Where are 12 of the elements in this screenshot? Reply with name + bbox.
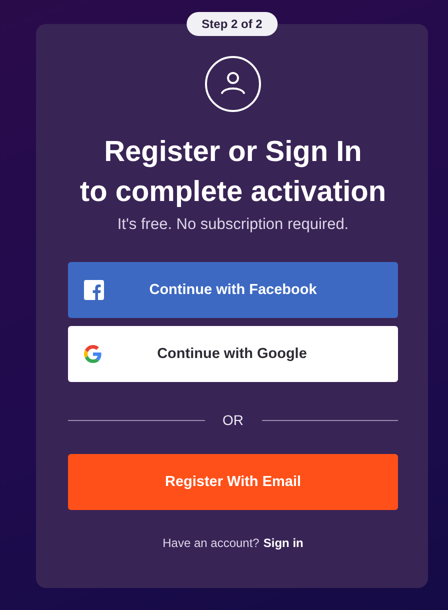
facebook-button[interactable]: Continue with Facebook: [68, 262, 398, 318]
divider-label: OR: [222, 412, 244, 428]
google-button[interactable]: Continue with Google: [68, 326, 398, 382]
sign-in-link[interactable]: Sign in: [263, 536, 304, 550]
step-badge: Step 2 of 2: [186, 12, 278, 36]
google-icon: [84, 345, 102, 363]
facebook-icon: [84, 280, 104, 300]
subtitle: It's free. No subscription required.: [117, 216, 349, 234]
heading: Register or Sign In: [104, 135, 362, 170]
heading: to complete activation: [80, 175, 386, 210]
account-prompt: Have an account?: [162, 536, 260, 550]
user-icon: [205, 56, 261, 112]
